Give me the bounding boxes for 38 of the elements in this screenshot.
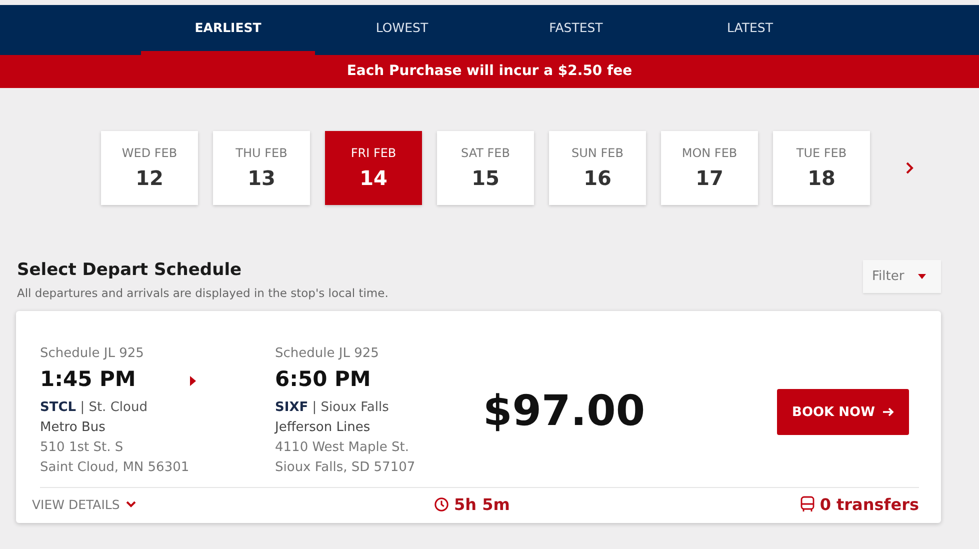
sort-tab[interactable]: LATEST [663, 9, 837, 55]
chevron-right-icon[interactable] [905, 161, 915, 175]
price-label: $97.00 [483, 386, 646, 435]
arrow-right-icon [190, 376, 196, 386]
carrier-label: Metro Bus [40, 419, 106, 437]
clock-icon [434, 496, 449, 512]
address-label: Saint Cloud, MN 56301 [40, 459, 190, 477]
date-tab[interactable]: SAT FEB 15 [437, 131, 534, 205]
date-tab[interactable]: FRI FEB 14 [325, 131, 422, 205]
date-tab[interactable]: THU FEB 13 [213, 131, 310, 205]
date-tab[interactable]: WED FEB 12 [101, 131, 198, 205]
section-title: Select Depart Schedule [17, 260, 243, 280]
caret-down-icon [918, 274, 926, 279]
date-tab[interactable]: MON FEB 17 [661, 131, 758, 205]
address-label: 4110 West Maple St. [275, 439, 410, 457]
station-label: SIXF | Sioux Falls [275, 399, 390, 417]
section-subtitle: All departures and arrivals are displayed in the stop's local time. [17, 286, 388, 300]
arrow-right-icon [882, 407, 894, 417]
chevron-down-icon [126, 500, 136, 508]
date-tab[interactable]: SUN FEB 16 [549, 131, 646, 205]
bus-icon [800, 496, 815, 512]
book-now-button[interactable]: BOOK NOW [777, 389, 909, 435]
time-label: 1:45 PM [40, 366, 137, 393]
sort-tab[interactable]: FASTEST [489, 9, 663, 55]
schedule-label: Schedule JL 925 [40, 345, 145, 363]
filter-dropdown[interactable]: Filter [863, 260, 941, 293]
duration-label: 5h 5m [454, 494, 510, 514]
transfers-label: 0 transfers [820, 494, 919, 514]
schedule-label: Schedule JL 925 [275, 345, 380, 363]
sort-tab[interactable]: LOWEST [315, 9, 489, 55]
station-label: STCL | St. Cloud [40, 399, 148, 417]
time-label: 6:50 PM [275, 366, 372, 393]
carrier-label: Jefferson Lines [275, 419, 372, 437]
fee-banner: Each Purchase will incur a $2.50 fee [0, 55, 979, 88]
view-details-link[interactable]: VIEW DETAILS [32, 496, 434, 512]
address-label: 510 1st St. S [40, 439, 124, 457]
address-label: Sioux Falls, SD 57107 [275, 459, 416, 477]
date-tab[interactable]: TUE FEB 18 [773, 131, 870, 205]
